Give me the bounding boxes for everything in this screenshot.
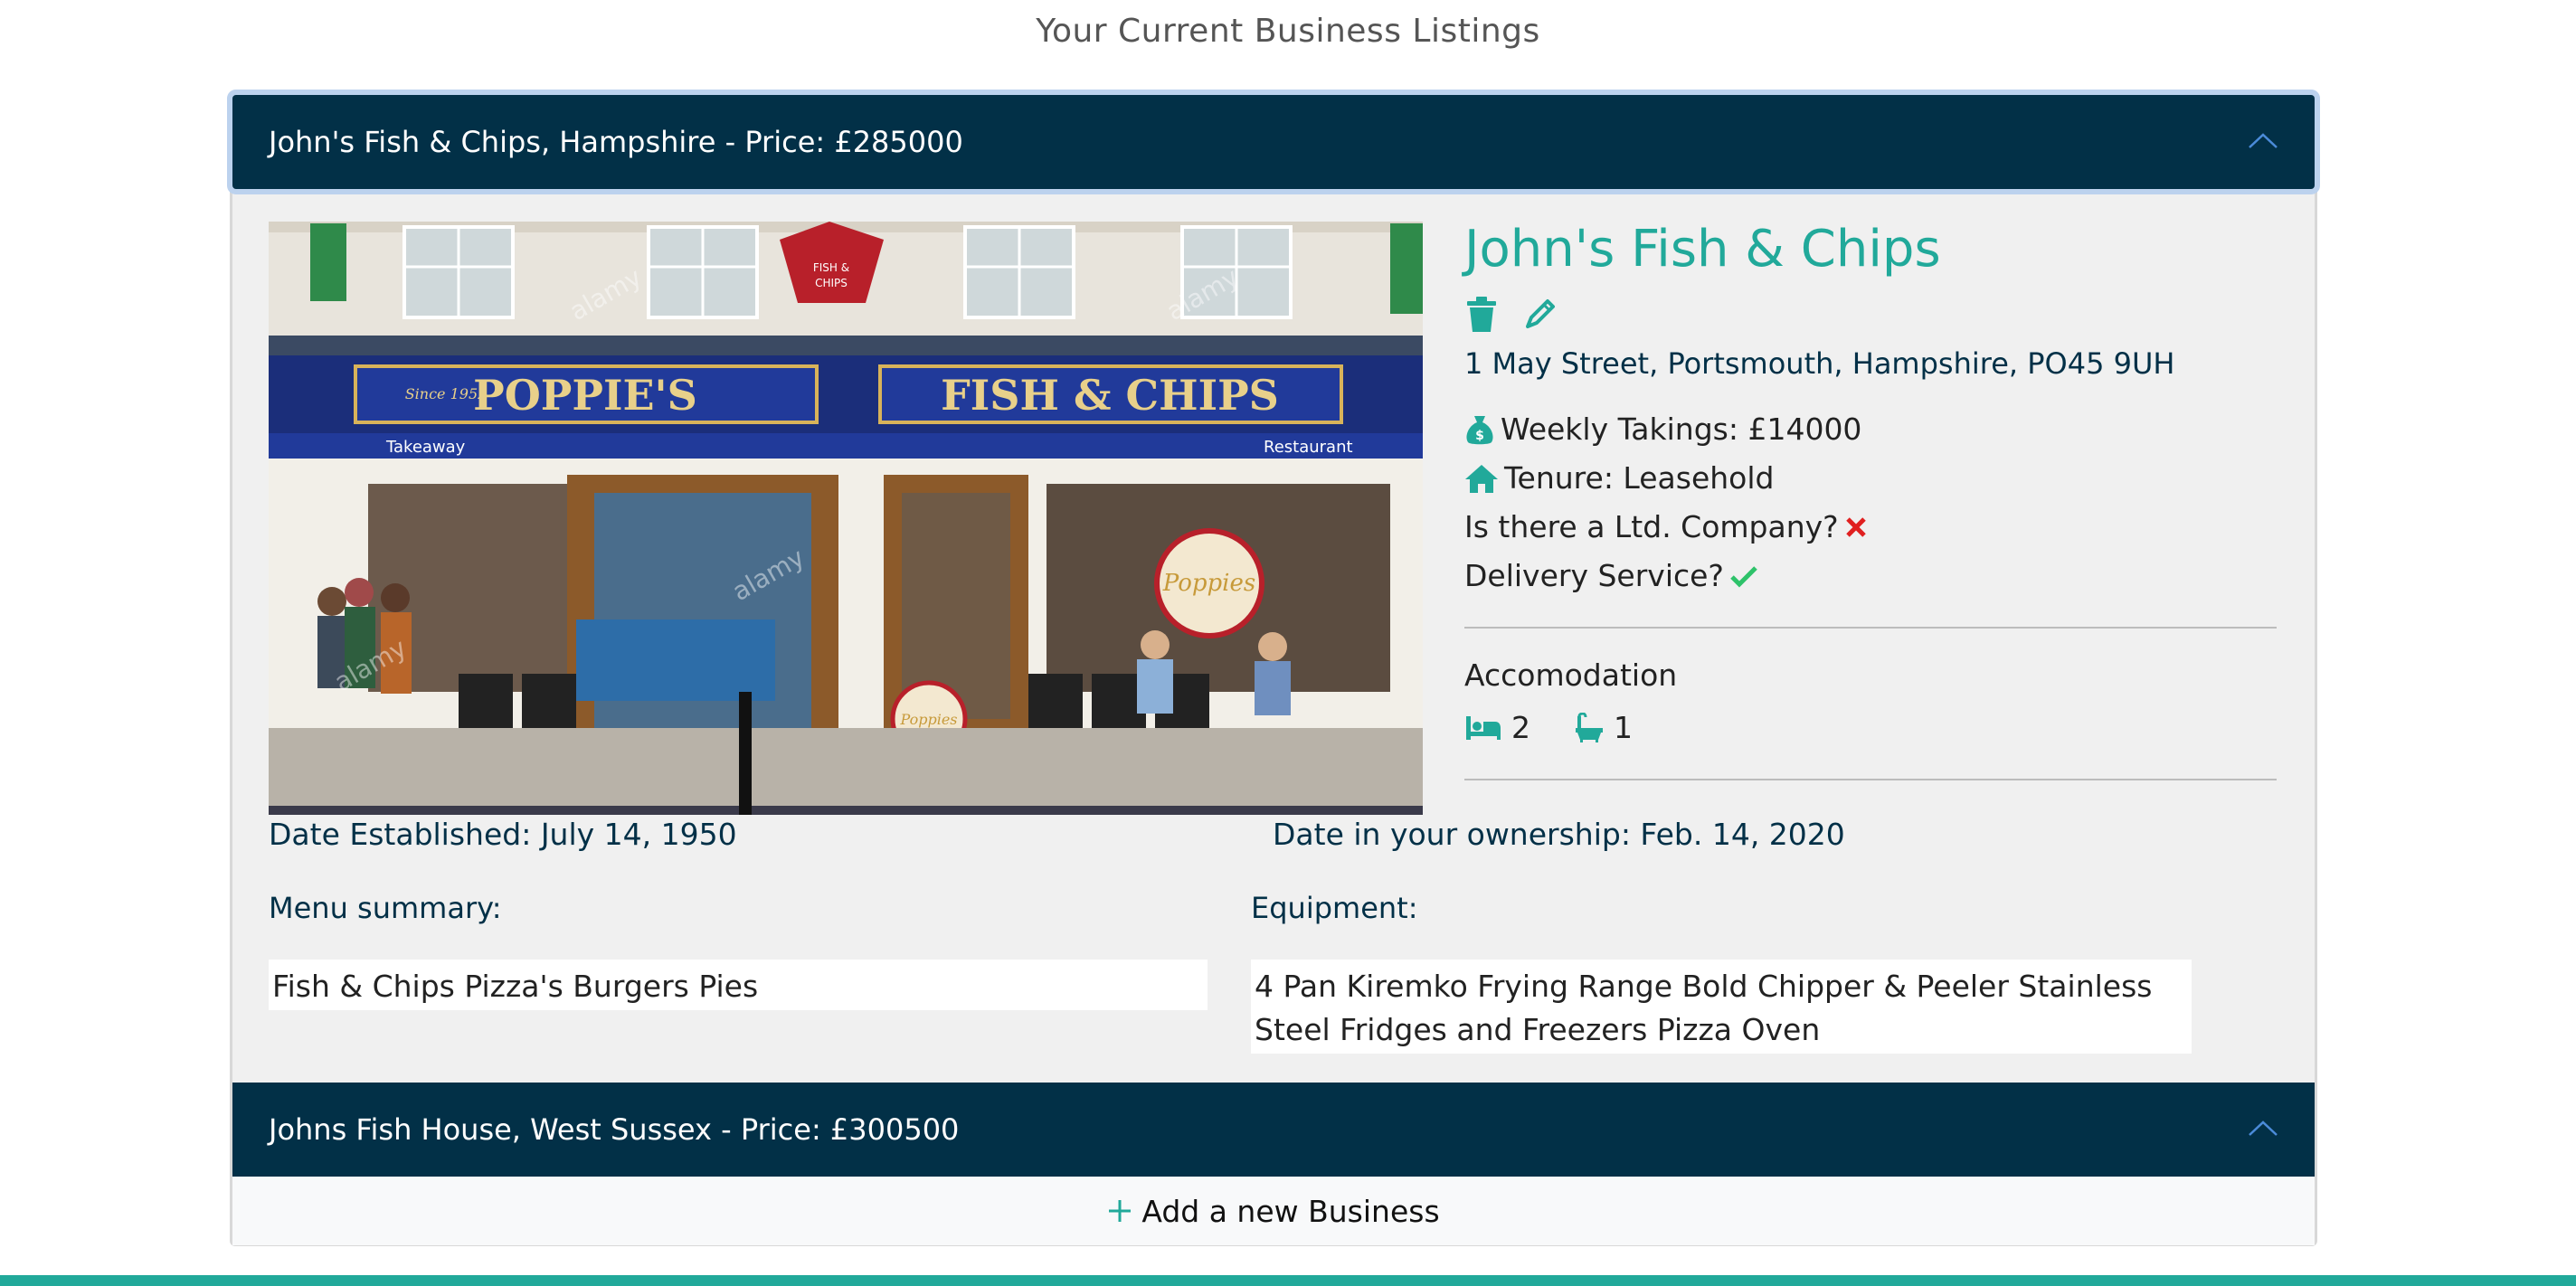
tenure: Tenure: Leasehold [1464,460,1774,496]
svg-text:CHIPS: CHIPS [815,277,848,289]
bed-icon [1466,715,1501,740]
divider [1464,627,2277,629]
divider [1464,779,2277,780]
bedroom-count: 2 [1511,710,1530,745]
footer-accent-bar [0,1275,2576,1286]
add-business-label: Add a new Business [1141,1193,1440,1229]
delivery-service: Delivery Service? [1464,558,1758,593]
svg-text:POPPIE'S: POPPIE'S [473,371,697,420]
business-listings-accordion: John's Fish & Chips, Hampshire - Price: … [230,92,2317,1246]
svg-text:FISH & CHIPS: FISH & CHIPS [941,371,1279,420]
money-bag-icon: $ [1466,415,1493,444]
listing-header-title: John's Fish & Chips, Hampshire - Price: … [269,125,963,159]
ltd-company-label: Is there a Ltd. Company? [1464,509,1839,544]
listing-header-johns-fish-house[interactable]: Johns Fish House, West Sussex - Price: £… [232,1083,2315,1177]
chevron-up-icon[interactable] [2248,126,2278,156]
svg-text:Poppies: Poppies [1162,570,1255,597]
pencil-icon[interactable] [1522,296,1557,334]
chevron-up-icon[interactable] [2248,1113,2278,1144]
date-in-ownership: Date in your ownership: Feb. 14, 2020 [1273,817,1845,852]
delivery-service-label: Delivery Service? [1464,558,1724,593]
weekly-takings-text: Weekly Takings: £14000 [1501,411,1862,447]
svg-text:Poppies: Poppies [899,711,957,728]
plus-icon [1109,1200,1132,1222]
house-icon [1465,464,1498,493]
business-name-title: John's Fish & Chips [1464,220,1941,279]
bath-icon [1576,712,1603,742]
listing-header-title: Johns Fish House, West Sussex - Price: £… [269,1112,960,1147]
trash-icon[interactable] [1464,296,1499,334]
svg-text:Takeaway: Takeaway [385,438,466,457]
menu-summary-label: Menu summary: [269,891,502,925]
equipment-label: Equipment: [1251,891,1418,925]
menu-summary-field: Fish & Chips Pizza's Burgers Pies [269,960,1208,1010]
accommodation-title: Accomodation [1464,657,1678,693]
svg-text:FISH &: FISH & [813,261,849,274]
listing-header-johns-fish-and-chips[interactable]: John's Fish & Chips, Hampshire - Price: … [232,95,2315,189]
listing-actions [1464,296,1557,334]
add-business-button[interactable]: Add a new Business [232,1177,2315,1245]
equipment-field: 4 Pan Kiremko Frying Range Bold Chipper … [1251,960,2192,1054]
business-address: 1 May Street, Portsmouth, Hampshire, PO4… [1464,346,2175,381]
bathroom-count: 1 [1614,710,1633,745]
business-photo: FISH & CHIPS POPPIE'S FISH & CHIPS Since… [269,222,1423,815]
svg-text:Restaurant: Restaurant [1264,438,1353,457]
svg-text:Since 1952: Since 1952 [405,385,488,402]
tenure-text: Tenure: Leasehold [1504,460,1775,496]
page-title: Your Current Business Listings [1036,13,1540,50]
weekly-takings: $ Weekly Takings: £14000 [1464,411,1861,447]
svg-text:$: $ [1475,429,1484,443]
cross-icon [1845,516,1866,537]
accommodation-details: 2 1 [1464,710,1633,745]
ltd-company: Is there a Ltd. Company? [1464,509,1868,544]
date-established: Date Established: July 14, 1950 [269,817,737,852]
check-icon [1730,565,1757,588]
